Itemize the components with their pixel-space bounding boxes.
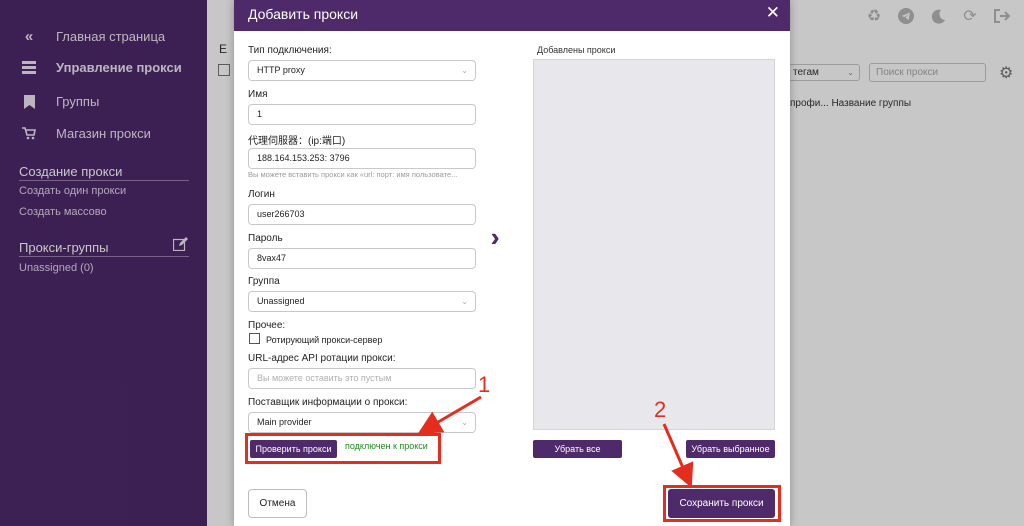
annotation-arrows [417,395,694,489]
annotation-arrow-1 [417,395,482,435]
annotation-arrow-2 [662,423,694,489]
